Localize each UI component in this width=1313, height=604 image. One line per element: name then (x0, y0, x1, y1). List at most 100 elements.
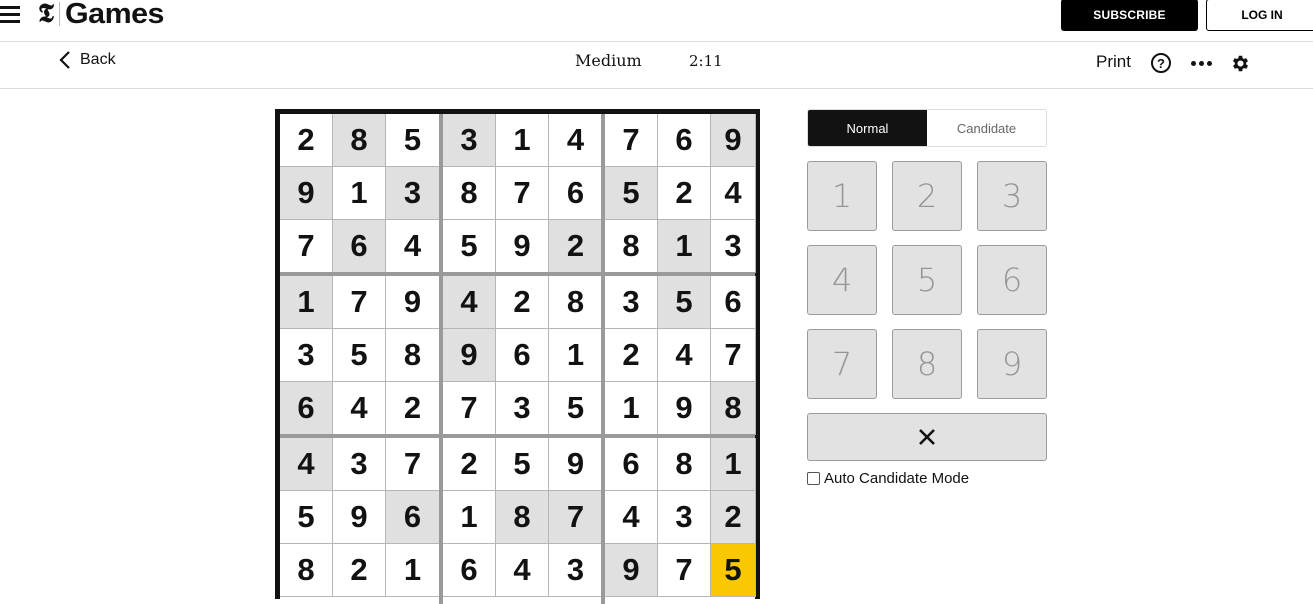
numpad-key-1[interactable]: 1 (807, 161, 877, 231)
auto-candidate-checkbox[interactable] (807, 472, 820, 485)
cell-r1c9[interactable]: 9 (711, 114, 756, 167)
cell-r1c2[interactable]: 8 (333, 114, 386, 167)
cell-r8c2[interactable]: 9 (333, 491, 386, 544)
cell-r5c9[interactable]: 7 (711, 329, 756, 382)
cell-r3c6[interactable]: 2 (549, 220, 603, 273)
cell-r1c1[interactable]: 2 (280, 114, 333, 167)
numpad-key-7[interactable]: 7 (807, 329, 877, 399)
cell-r5c7[interactable]: 2 (605, 329, 658, 382)
cell-r8c9[interactable]: 2 (711, 491, 756, 544)
back-button[interactable]: Back (58, 50, 116, 70)
cell-r7c7[interactable]: 6 (605, 438, 658, 491)
cell-r1c7[interactable]: 7 (605, 114, 658, 167)
cell-r2c8[interactable]: 2 (658, 167, 711, 220)
cell-r3c5[interactable]: 9 (496, 220, 549, 273)
cell-r6c5[interactable]: 3 (496, 382, 549, 435)
cell-r6c2[interactable]: 4 (333, 382, 386, 435)
cell-r4c8[interactable]: 5 (658, 276, 711, 329)
numpad-key-3[interactable]: 3 (977, 161, 1047, 231)
cell-r5c2[interactable]: 5 (333, 329, 386, 382)
cell-r1c5[interactable]: 1 (496, 114, 549, 167)
cell-r1c6[interactable]: 4 (549, 114, 603, 167)
cell-r9c8[interactable]: 7 (658, 544, 711, 597)
cell-r8c3[interactable]: 6 (386, 491, 440, 544)
cell-r6c6[interactable]: 5 (549, 382, 603, 435)
cell-r3c1[interactable]: 7 (280, 220, 333, 273)
cell-r2c3[interactable]: 3 (386, 167, 440, 220)
print-button[interactable]: Print (1096, 52, 1131, 72)
cell-r2c6[interactable]: 6 (549, 167, 603, 220)
cell-r3c3[interactable]: 4 (386, 220, 440, 273)
cell-r7c2[interactable]: 3 (333, 438, 386, 491)
subscribe-button[interactable]: SUBSCRIBE (1061, 0, 1198, 31)
cell-r5c3[interactable]: 8 (386, 329, 440, 382)
cell-r3c2[interactable]: 6 (333, 220, 386, 273)
cell-r4c5[interactable]: 2 (496, 276, 549, 329)
cell-r9c5[interactable]: 4 (496, 544, 549, 597)
login-button[interactable]: LOG IN (1206, 0, 1313, 31)
menu-icon[interactable] (0, 4, 22, 24)
cell-r9c9[interactable]: 5 (711, 544, 756, 597)
numpad-key-6[interactable]: 6 (977, 245, 1047, 315)
cell-r5c6[interactable]: 1 (549, 329, 603, 382)
cell-r9c3[interactable]: 1 (386, 544, 440, 597)
cell-r4c6[interactable]: 8 (549, 276, 603, 329)
cell-r3c9[interactable]: 3 (711, 220, 756, 273)
cell-r4c7[interactable]: 3 (605, 276, 658, 329)
cell-r7c9[interactable]: 1 (711, 438, 756, 491)
numpad-key-8[interactable]: 8 (892, 329, 962, 399)
cell-r9c4[interactable]: 6 (443, 544, 496, 597)
cell-r4c2[interactable]: 7 (333, 276, 386, 329)
cell-r7c5[interactable]: 5 (496, 438, 549, 491)
cell-r9c7[interactable]: 9 (605, 544, 658, 597)
cell-r2c9[interactable]: 4 (711, 167, 756, 220)
cell-r3c7[interactable]: 8 (605, 220, 658, 273)
cell-r4c1[interactable]: 1 (280, 276, 333, 329)
cell-r7c4[interactable]: 2 (443, 438, 496, 491)
erase-button[interactable] (807, 413, 1047, 461)
cell-r4c9[interactable]: 6 (711, 276, 756, 329)
cell-r9c1[interactable]: 8 (280, 544, 333, 597)
cell-r8c1[interactable]: 5 (280, 491, 333, 544)
timer[interactable]: 2:11 (689, 52, 723, 70)
cell-r8c7[interactable]: 4 (605, 491, 658, 544)
cell-r7c3[interactable]: 7 (386, 438, 440, 491)
cell-r9c2[interactable]: 2 (333, 544, 386, 597)
cell-r5c8[interactable]: 4 (658, 329, 711, 382)
cell-r6c7[interactable]: 1 (605, 382, 658, 435)
nyt-games-logo[interactable]: 𝕿 Games (38, 0, 164, 31)
cell-r1c3[interactable]: 5 (386, 114, 440, 167)
cell-r3c8[interactable]: 1 (658, 220, 711, 273)
cell-r5c4[interactable]: 9 (443, 329, 496, 382)
cell-r7c1[interactable]: 4 (280, 438, 333, 491)
cell-r2c5[interactable]: 7 (496, 167, 549, 220)
cell-r3c4[interactable]: 5 (443, 220, 496, 273)
cell-r7c6[interactable]: 9 (549, 438, 603, 491)
cell-r2c7[interactable]: 5 (605, 167, 658, 220)
cell-r8c4[interactable]: 1 (443, 491, 496, 544)
numpad-key-2[interactable]: 2 (892, 161, 962, 231)
cell-r2c2[interactable]: 1 (333, 167, 386, 220)
numpad-key-9[interactable]: 9 (977, 329, 1047, 399)
cell-r7c8[interactable]: 8 (658, 438, 711, 491)
cell-r6c8[interactable]: 9 (658, 382, 711, 435)
cell-r5c1[interactable]: 3 (280, 329, 333, 382)
cell-r6c9[interactable]: 8 (711, 382, 756, 435)
mode-candidate-button[interactable]: Candidate (927, 110, 1046, 146)
help-icon[interactable]: ? (1151, 53, 1171, 73)
more-options-icon[interactable] (1191, 61, 1212, 66)
cell-r1c8[interactable]: 6 (658, 114, 711, 167)
cell-r5c5[interactable]: 6 (496, 329, 549, 382)
cell-r1c4[interactable]: 3 (443, 114, 496, 167)
mode-normal-button[interactable]: Normal (808, 110, 927, 146)
cell-r8c6[interactable]: 7 (549, 491, 603, 544)
cell-r6c1[interactable]: 6 (280, 382, 333, 435)
settings-gear-icon[interactable] (1230, 53, 1251, 74)
cell-r8c5[interactable]: 8 (496, 491, 549, 544)
cell-r4c3[interactable]: 9 (386, 276, 440, 329)
cell-r6c4[interactable]: 7 (443, 382, 496, 435)
numpad-key-5[interactable]: 5 (892, 245, 962, 315)
cell-r2c1[interactable]: 9 (280, 167, 333, 220)
cell-r4c4[interactable]: 4 (443, 276, 496, 329)
cell-r8c8[interactable]: 3 (658, 491, 711, 544)
